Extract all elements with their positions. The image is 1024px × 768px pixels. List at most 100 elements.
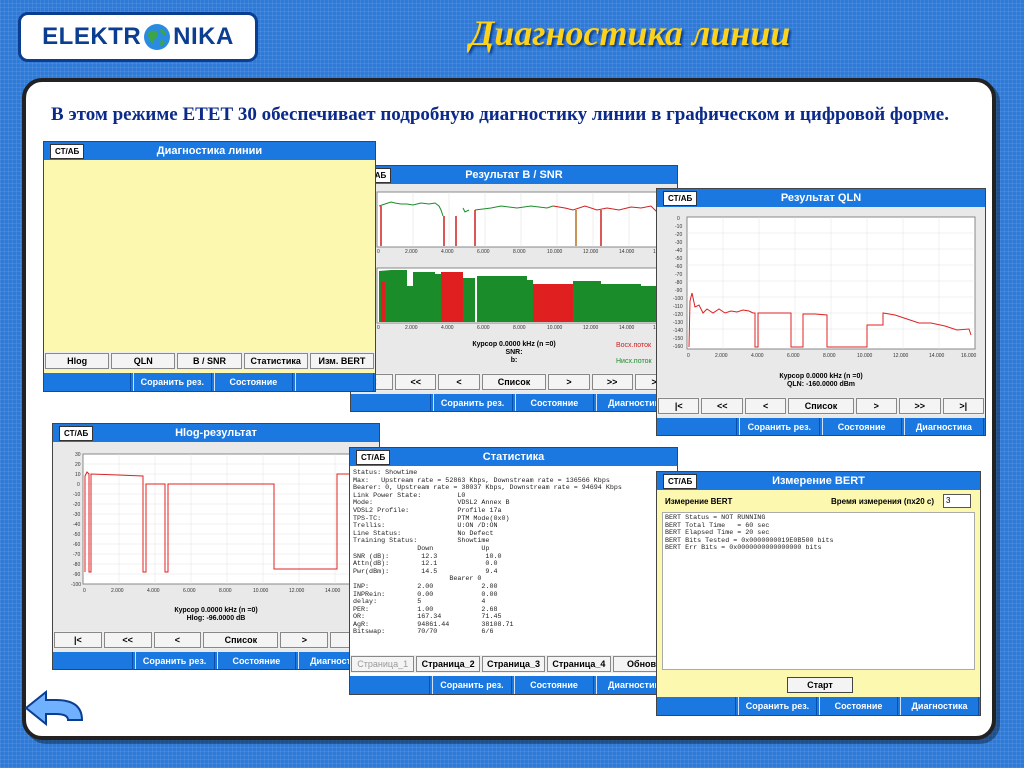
state-button[interactable]: Состояние — [216, 652, 297, 669]
window-title: Hlog-результат — [175, 427, 257, 439]
start-button[interactable]: Старт — [787, 677, 853, 693]
window-line-diagnostics: СТ/АБ Диагностика линии Hlog QLN B / SNR… — [43, 141, 376, 392]
svg-text:2.000: 2.000 — [405, 249, 418, 255]
nav-row: |< << < Список > >> >| — [351, 373, 677, 391]
save-results-button[interactable]: Соранить рез. — [432, 394, 513, 411]
svg-text:-10: -10 — [73, 492, 80, 498]
state-button[interactable]: Состояние — [819, 697, 898, 715]
window-statistics: СТ/АБ Статистика Status: Showtime Max: U… — [349, 447, 678, 695]
svg-text:0: 0 — [377, 249, 380, 255]
diagnostics-button[interactable]: Диагностика — [900, 697, 979, 715]
state-button[interactable]: Состояние — [821, 418, 902, 435]
page-2-button[interactable]: Страница_2 — [416, 656, 480, 672]
svg-text:-50: -50 — [73, 532, 80, 538]
svg-text:12.000: 12.000 — [583, 249, 599, 255]
tab-qln[interactable]: QLN — [111, 353, 176, 369]
svg-text:2.000: 2.000 — [111, 588, 124, 594]
svg-text:-110: -110 — [673, 304, 683, 310]
window-title: Результат B / SNR — [465, 169, 563, 181]
measurement-time-input[interactable]: 3 — [943, 494, 971, 508]
bar-empty — [54, 652, 133, 669]
state-button[interactable]: Состояние — [514, 676, 594, 694]
cursor-readout: Курсор 0.0000 kHz (n =0) — [779, 373, 863, 380]
page-3-button[interactable]: Страница_3 — [481, 656, 546, 672]
upstream-legend: Восх.поток — [616, 342, 652, 349]
save-results-button[interactable]: Соранить рез. — [432, 676, 512, 694]
bar-empty-right — [294, 373, 375, 391]
svg-text:-90: -90 — [675, 288, 682, 294]
diag-tabs: Hlog QLN B / SNR Статистика Изм. BERT — [44, 352, 375, 370]
svg-text:-30: -30 — [73, 512, 80, 518]
nav-list[interactable]: Список — [481, 374, 547, 390]
nav-back[interactable]: < — [744, 398, 787, 414]
stab-button[interactable]: СТ/АБ — [50, 144, 85, 159]
window-hlog: СТ/АБ Hlog-результат 30 20 10 0 -10 -20 -30 -4… — [52, 423, 380, 670]
tab-hlog[interactable]: Hlog — [45, 353, 110, 369]
nav-row: |< << < Список > >> — [53, 631, 379, 649]
page-1-button[interactable]: Страница_1 — [351, 656, 415, 672]
stab-button[interactable]: СТ/АБ — [663, 474, 698, 489]
bottom-bar: Соранить рез. Состояние Диагностика — [53, 652, 379, 669]
state-button[interactable]: Состояние — [514, 394, 595, 411]
nav-first[interactable]: |< — [54, 632, 102, 648]
svg-text:-20: -20 — [675, 232, 682, 238]
svg-text:-80: -80 — [73, 562, 80, 568]
bar-empty — [351, 676, 430, 694]
nav-back[interactable]: < — [153, 632, 202, 648]
qln-chart: 0 -10 -20 -30 -40 -50 -60 -70 -80 -90 -100 -110 -1… — [673, 216, 977, 359]
downstream-legend: Нисх.поток — [616, 358, 652, 365]
svg-text:-60: -60 — [675, 264, 682, 270]
svg-text:-10: -10 — [675, 224, 682, 230]
bar-empty — [45, 373, 131, 391]
svg-text:0: 0 — [83, 588, 86, 594]
svg-text:-150: -150 — [673, 336, 683, 342]
tab-b-snr[interactable]: B / SNR — [177, 353, 242, 369]
svg-text:0: 0 — [77, 482, 80, 488]
nav-list[interactable]: Список — [788, 398, 854, 414]
state-button[interactable]: Состояние — [213, 373, 293, 391]
svg-text:14.000: 14.000 — [325, 588, 341, 594]
svg-text:-130: -130 — [673, 320, 683, 326]
tab-bert[interactable]: Изм. BERT — [309, 353, 375, 369]
nav-fast-back[interactable]: << — [701, 398, 743, 414]
nav-fast-back[interactable]: << — [395, 374, 437, 390]
nav-back[interactable]: < — [438, 374, 480, 390]
svg-text:20: 20 — [75, 462, 81, 468]
bert-label: Измерение BERT — [665, 497, 733, 506]
svg-text:4.000: 4.000 — [147, 588, 160, 594]
svg-text:-60: -60 — [73, 542, 80, 548]
page-4-button[interactable]: Страница_4 — [547, 656, 611, 672]
save-results-button[interactable]: Соранить рез. — [738, 697, 817, 715]
bottom-bar: Соранить рез. Состояние Диагностика — [657, 697, 980, 715]
back-arrow-icon[interactable] — [22, 690, 92, 730]
nav-first[interactable]: |< — [658, 398, 700, 414]
save-results-button[interactable]: Соранить рез. — [132, 373, 212, 391]
save-results-button[interactable]: Соранить рез. — [134, 652, 215, 669]
svg-text:-40: -40 — [675, 248, 682, 254]
window-title: Результат QLN — [780, 192, 862, 204]
nav-forward[interactable]: > — [548, 374, 590, 390]
nav-forward[interactable]: > — [280, 632, 329, 648]
nav-fast-forward[interactable]: >> — [591, 374, 633, 390]
tab-statistics[interactable]: Статистика — [243, 353, 308, 369]
nav-list[interactable]: Список — [203, 632, 279, 648]
nav-fast-back[interactable]: << — [103, 632, 152, 648]
window-header: СТ/АБ Статистика — [350, 448, 677, 466]
svg-text:4.000: 4.000 — [441, 325, 454, 331]
svg-text:-70: -70 — [73, 552, 80, 558]
stab-button[interactable]: СТ/АБ — [59, 426, 94, 441]
diagnostics-button[interactable]: Диагностика — [903, 418, 984, 435]
stab-button[interactable]: СТ/АБ — [663, 191, 698, 206]
bottom-bar: Соранить рез. Состояние Диагностика — [351, 394, 677, 411]
nav-forward[interactable]: > — [855, 398, 898, 414]
bottom-bar: Соранить рез. Состояние Диагностика — [657, 418, 985, 435]
stab-button[interactable]: СТ/АБ — [356, 450, 391, 465]
statistics-text: Status: Showtime Max: Upstream rate = 52… — [353, 469, 622, 637]
nav-last[interactable]: >| — [942, 398, 984, 414]
svg-text:-140: -140 — [673, 328, 683, 334]
svg-text:-70: -70 — [675, 272, 682, 278]
svg-text:10.000: 10.000 — [253, 588, 269, 594]
svg-text:6.000: 6.000 — [787, 353, 800, 359]
nav-fast-forward[interactable]: >> — [899, 398, 941, 414]
save-results-button[interactable]: Соранить рез. — [739, 418, 820, 435]
